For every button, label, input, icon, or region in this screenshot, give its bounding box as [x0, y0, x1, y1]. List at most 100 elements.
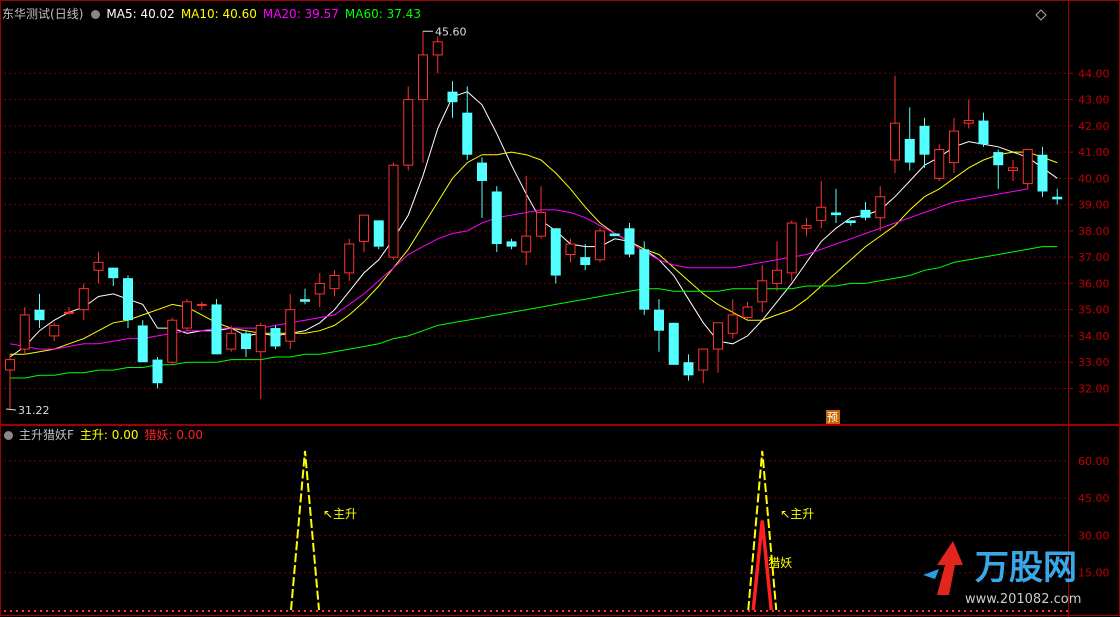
candle-body — [344, 243, 355, 274]
candle — [5, 354, 15, 410]
candle-body — [845, 220, 856, 223]
candle-body — [624, 228, 635, 255]
candle-body — [108, 267, 119, 279]
candle — [786, 220, 797, 281]
candle-body — [949, 130, 959, 164]
candle — [934, 144, 945, 181]
candle — [403, 86, 414, 171]
candle-body — [241, 333, 251, 350]
candle-body — [462, 112, 473, 155]
candle-body — [536, 211, 546, 237]
candle-body — [373, 220, 384, 247]
candle-body — [78, 288, 89, 311]
candle-body — [831, 212, 841, 216]
candle — [34, 293, 45, 329]
stock-chart: 32.00 33.00 34.00 35.00 36.00 37.00 38.00 39.00… — [0, 0, 1120, 617]
candle — [668, 322, 679, 365]
candle — [550, 228, 561, 284]
ma-line-ma5 — [9, 91, 1058, 358]
candle-body — [580, 257, 591, 266]
candle-body — [270, 328, 281, 347]
candle — [182, 299, 192, 331]
indicator-toggle-icon[interactable] — [4, 431, 13, 440]
candle-body — [5, 359, 15, 371]
candle-body — [152, 359, 163, 384]
candle — [211, 299, 222, 355]
candle — [447, 81, 458, 118]
candle-body — [491, 191, 502, 245]
candle-body — [713, 322, 723, 350]
y-tick-label: 41.00 — [1078, 146, 1110, 159]
indicator-name[interactable]: 主升猎妖F — [19, 428, 74, 442]
candle-body — [654, 309, 664, 331]
candle-body — [639, 249, 650, 310]
low-marker — [5, 408, 17, 411]
candle — [49, 322, 60, 342]
candle — [624, 223, 635, 258]
y-tick-label: 35.00 — [1078, 304, 1110, 317]
candle — [521, 175, 532, 266]
candle — [565, 238, 576, 263]
indicator-legend: 主升: 0.00 猎妖: 0.00 — [80, 428, 209, 442]
candle — [373, 220, 384, 250]
candle — [654, 299, 664, 352]
candle — [19, 307, 30, 355]
candle — [757, 265, 768, 313]
candle-body — [196, 303, 207, 306]
zhusheng-spike — [290, 450, 320, 611]
candle-body — [167, 319, 178, 363]
lieyao-label: 猎妖 — [768, 556, 792, 570]
candle-body — [1008, 167, 1018, 171]
ma-line-ma10 — [10, 151, 1058, 355]
y-tick-label: 44.00 — [1078, 67, 1110, 80]
candle-body — [226, 332, 237, 350]
ma-legend-1: MA10: 40.60 — [180, 7, 257, 21]
stock-title[interactable]: 东华测试(日线) — [2, 7, 83, 21]
ma-legend-2: MA20: 39.57 — [262, 7, 339, 21]
candle-body — [742, 306, 753, 319]
candle-body — [668, 322, 679, 365]
y-tick-label: 36.00 — [1078, 277, 1110, 290]
zhusheng-label: ↖主升 — [780, 507, 814, 521]
candle-body — [919, 125, 930, 155]
candle-body — [1052, 196, 1063, 200]
candle-body — [727, 314, 738, 334]
candle-body — [300, 299, 310, 302]
indicator-legend-1: 猎妖: 0.00 — [144, 428, 204, 442]
candle-body — [993, 152, 1004, 166]
candle — [698, 348, 709, 384]
brand-name: 万股网 — [975, 548, 1077, 588]
forecast-marker: 预 — [826, 410, 840, 424]
ma-legend-3: MA60: 37.43 — [344, 7, 421, 21]
candle — [491, 186, 502, 252]
candle — [683, 354, 694, 381]
diamond-icon — [1035, 9, 1047, 21]
candle-body — [64, 311, 74, 314]
candle — [639, 241, 650, 315]
candle-body — [211, 304, 222, 355]
candle-body — [757, 280, 768, 303]
candle — [801, 217, 812, 237]
candle-body — [34, 309, 45, 321]
candle — [93, 251, 104, 284]
candle — [713, 322, 723, 373]
candle-body — [285, 309, 296, 342]
indicator-y-tick-label: 60.00 — [1078, 455, 1110, 468]
candle-body — [49, 324, 60, 337]
candle-body — [477, 162, 487, 181]
candle — [845, 220, 856, 226]
candle — [196, 301, 207, 310]
candle-body — [786, 222, 797, 274]
candle-body — [801, 225, 812, 229]
candle-body — [432, 41, 443, 56]
candle-body — [875, 196, 886, 219]
settings-toggle-icon[interactable] — [91, 10, 101, 19]
ma-legend: MA5: 40.02 MA10: 40.60 MA20: 39.57 MA60: 37… — [106, 7, 427, 21]
arrow-blue-icon — [923, 569, 939, 579]
y-tick-label: 34.00 — [1078, 330, 1110, 343]
y-tick-label: 43.00 — [1078, 94, 1110, 107]
brand-url: www.201082.com — [965, 592, 1081, 607]
candle — [1022, 148, 1033, 189]
arrow-icon — [937, 541, 963, 595]
candle-body — [359, 214, 369, 242]
